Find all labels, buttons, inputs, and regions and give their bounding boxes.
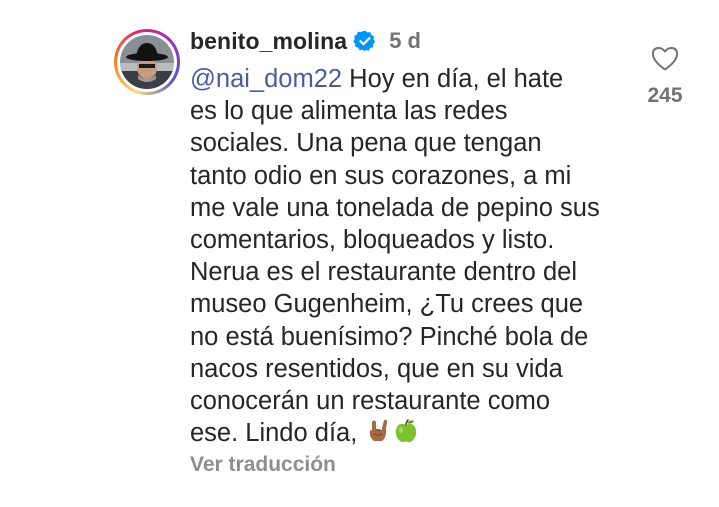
comment-line: Nerua es el restaurante dentro del bbox=[190, 258, 577, 287]
comment-line: museo Gugenheim, ¿Tu crees que bbox=[190, 290, 584, 319]
comment-line: es lo que alimenta las redes bbox=[190, 97, 508, 126]
comment-line: no está buenísimo? Pinché bola de bbox=[190, 322, 589, 351]
avatar-story-ring[interactable] bbox=[114, 29, 180, 95]
comment-line: me vale una tonelada de pepino sus bbox=[190, 193, 600, 222]
comment-line: nacos resentidos, que en su vida bbox=[190, 354, 563, 383]
comment-timestamp: 5 d bbox=[389, 28, 421, 53]
comment-line: sociales. Una pena que tengan bbox=[190, 129, 542, 158]
like-count: 245 bbox=[647, 84, 683, 107]
sign-of-the-horns-emoji bbox=[370, 419, 388, 442]
see-translation-link[interactable]: Ver traducción bbox=[190, 453, 336, 477]
green-apple-emoji bbox=[396, 419, 417, 443]
comment-line: tanto odio en sus corazones, a mi bbox=[190, 161, 572, 190]
comment-line: conocerán un restaurante como bbox=[190, 387, 551, 416]
comment-line: @nai_dom22 Hoy en día, el hate bbox=[190, 65, 564, 93]
comment-header: benito_molina 5 d bbox=[190, 26, 421, 56]
comment-line: comentarios, bloqueados y listo. bbox=[190, 226, 555, 255]
comment-line: ese. Lindo día, bbox=[190, 417, 630, 449]
avatar[interactable] bbox=[120, 35, 174, 89]
verified-badge-icon bbox=[353, 30, 376, 52]
username[interactable]: benito_molina bbox=[190, 28, 347, 55]
heart-outline-icon[interactable] bbox=[650, 44, 680, 72]
avatar-gap bbox=[117, 32, 177, 92]
like-area: 245 bbox=[640, 44, 690, 108]
comment-text: @nai_dom22 Hoy en día, el hate es lo que… bbox=[190, 63, 630, 449]
mention-link[interactable]: @nai_dom22 bbox=[190, 65, 342, 93]
